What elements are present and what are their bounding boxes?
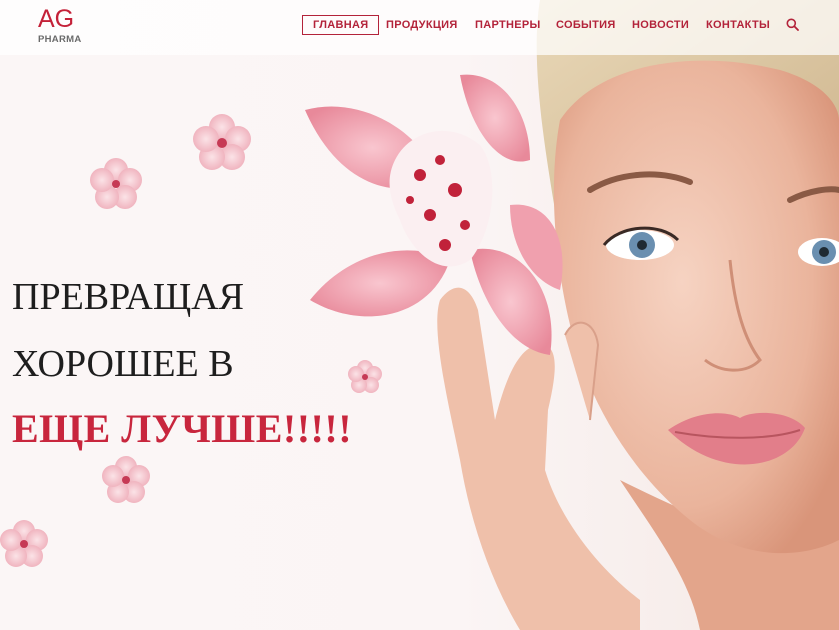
hero-line-3: ЕЩЕ ЛУЧШЕ!!!!! xyxy=(12,406,353,451)
logo[interactable]: AG PHARMA xyxy=(36,7,96,49)
logo-main-text: AG xyxy=(38,5,75,33)
hero-line-1: ПРЕВРАЩАЯ xyxy=(12,276,244,318)
nav-item-news[interactable]: НОВОСТИ xyxy=(632,15,689,35)
site-header: AG PHARMA ГЛАВНАЯ ПРОДУКЦИЯ ПАРТНЕРЫ СОБ… xyxy=(0,0,839,55)
nav-item-home[interactable]: ГЛАВНАЯ xyxy=(302,15,380,35)
logo-sub-text: PHARMA xyxy=(38,34,82,45)
hero-line-2: ХОРОШЕЕ В xyxy=(12,343,234,385)
nav-item-partners[interactable]: ПАРТНЕРЫ xyxy=(475,15,541,35)
nav-item-products[interactable]: ПРОДУКЦИЯ xyxy=(386,15,458,35)
search-icon[interactable] xyxy=(786,18,799,31)
nav-item-events[interactable]: СОБЫТИЯ xyxy=(556,15,616,35)
nav-item-contacts[interactable]: КОНТАКТЫ xyxy=(706,15,770,35)
